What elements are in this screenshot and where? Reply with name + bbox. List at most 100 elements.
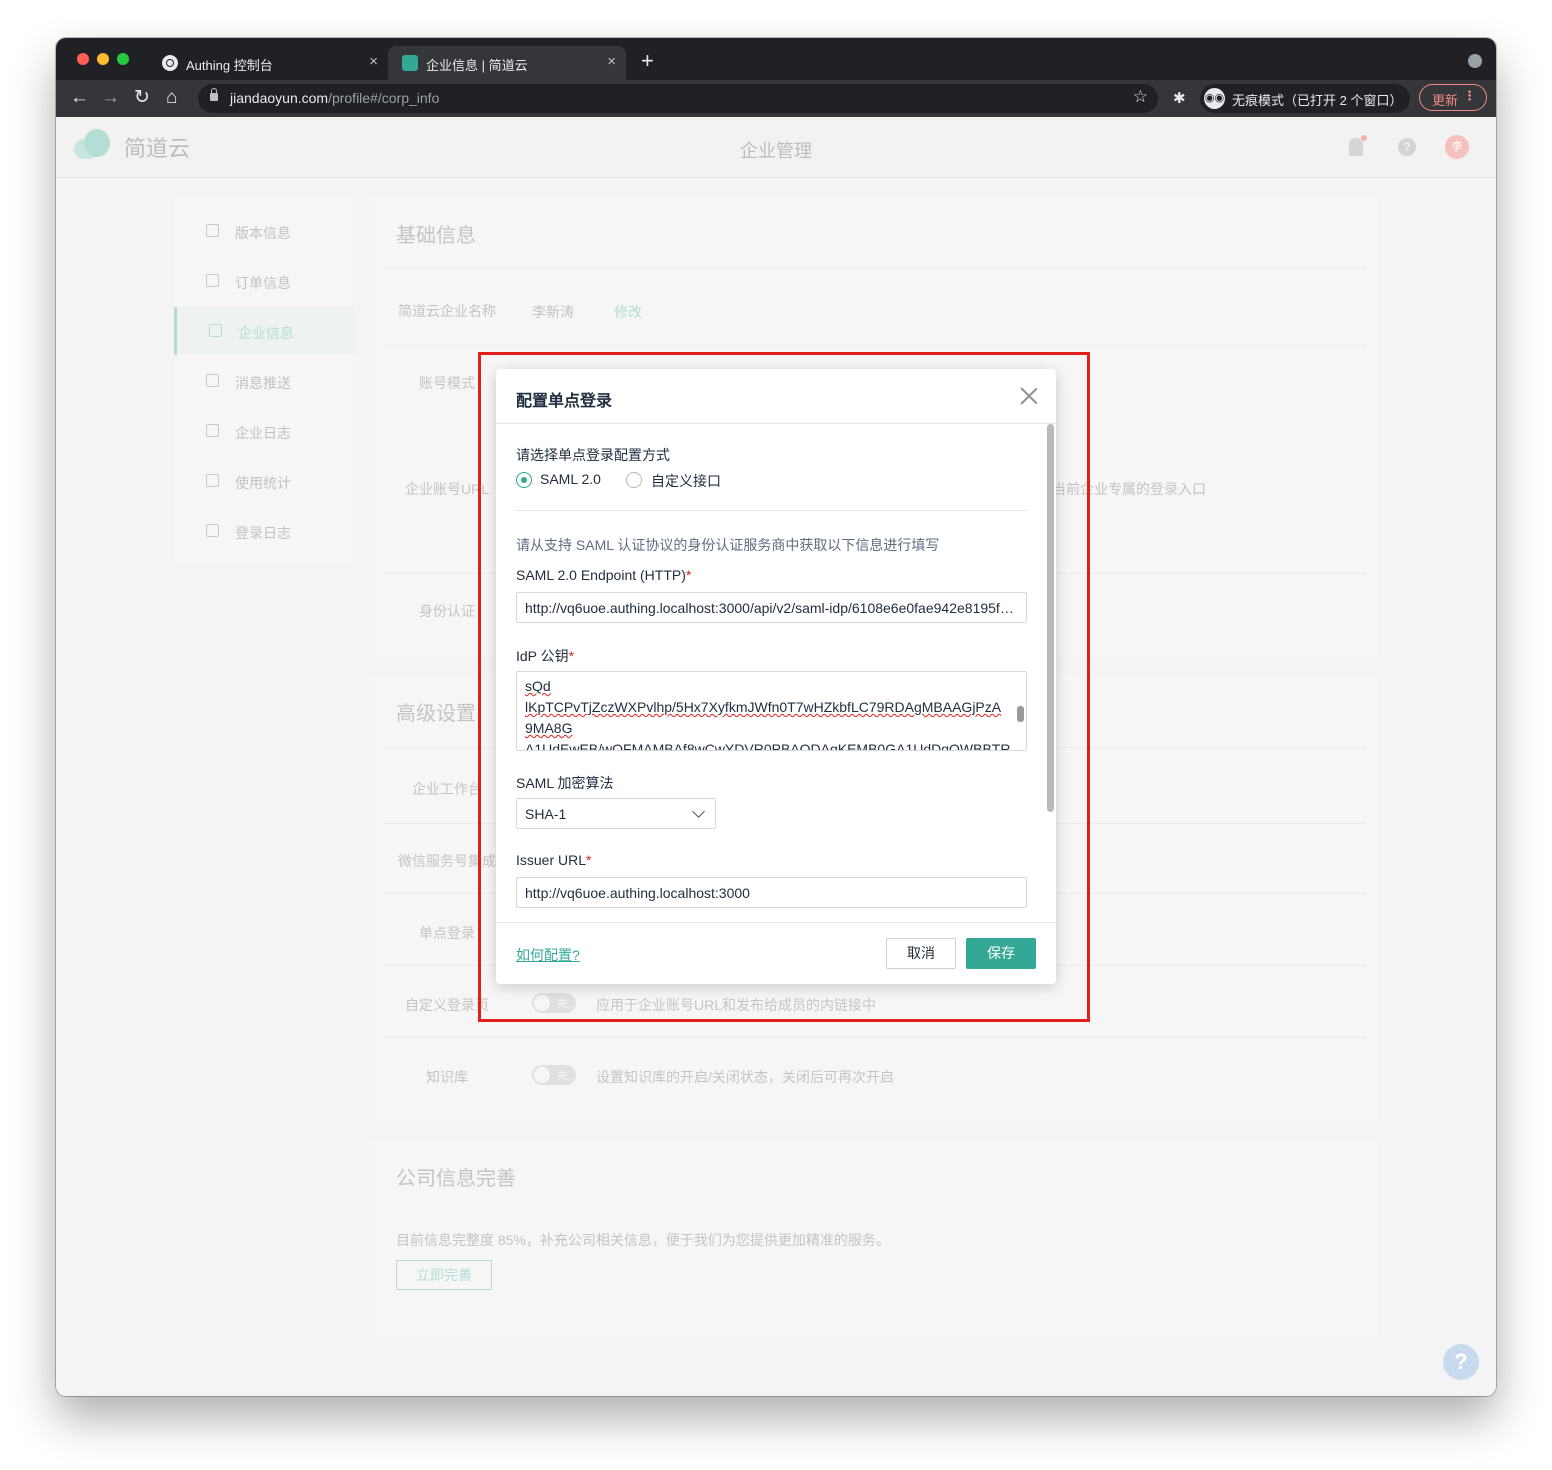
cancel-button[interactable]: 取消 xyxy=(886,938,956,969)
divider xyxy=(384,267,1366,268)
saml-description: 请从支持 SAML 认证协议的身份认证服务商中获取以下信息进行填写 xyxy=(516,537,940,553)
avatar[interactable]: 李 xyxy=(1445,135,1469,159)
dialog-title: 配置单点登录 xyxy=(516,393,613,410)
url-text[interactable]: jiandaoyun.com/profile#/corp_info xyxy=(230,90,439,106)
sidebar-item-push[interactable]: 消息推送 xyxy=(174,357,352,405)
log-icon xyxy=(206,424,219,437)
workbench-label: 企业工作台 xyxy=(412,781,482,797)
incognito-label: 无痕模式（已打开 2 个窗口） xyxy=(1232,93,1403,108)
chevron-down-icon xyxy=(692,805,705,818)
sidebar-item-label: 订单信息 xyxy=(235,275,291,291)
tab-authing[interactable]: Authing 控制台 × xyxy=(148,46,388,80)
idp-key-textarea[interactable]: sQd lKpTCPvTjZczWXPvlhp/5Hx7XyfkmJWfn0T7… xyxy=(516,671,1027,751)
knowledge-desc: 设置知识库的开启/关闭状态，关闭后可再次开启 xyxy=(596,1069,894,1085)
basic-info-title: 基础信息 xyxy=(396,225,476,247)
sidebar-item-label: 消息推送 xyxy=(235,375,291,391)
complete-info-button[interactable]: 立即完善 xyxy=(396,1260,492,1290)
forward-icon[interactable]: → xyxy=(101,87,120,109)
sidebar-item-corp-log[interactable]: 企业日志 xyxy=(174,407,352,455)
sso-config-dialog: 配置单点登录 请选择单点登录配置方式 SAML 2.0 自定义接口 请从支持 S… xyxy=(496,369,1056,984)
menu-icon: ⋮ xyxy=(1463,88,1476,103)
sidebar-item-orders[interactable]: 订单信息 xyxy=(174,257,352,305)
close-window-button[interactable] xyxy=(77,53,89,65)
chart-icon xyxy=(206,474,219,487)
browser-toolbar: ← → ↻ ⌂ jiandaoyun.com/profile#/corp_inf… xyxy=(56,80,1496,117)
tab-strip: Authing 控制台 × 企业信息 | 简道云 × + xyxy=(56,38,1496,80)
tab-title: 企业信息 | 简道云 xyxy=(426,58,528,73)
issuer-label: Issuer URL* xyxy=(516,852,592,868)
sidebar-item-usage[interactable]: 使用统计 xyxy=(174,457,352,505)
save-button[interactable]: 保存 xyxy=(966,938,1036,969)
sidebar-item-label: 登录日志 xyxy=(235,525,291,541)
help-icon[interactable]: ? xyxy=(1398,138,1416,156)
tab-close-icon[interactable]: × xyxy=(607,53,616,70)
company-info-desc: 目前信息完整度 85%，补充公司相关信息，便于我们为您提供更加精准的服务。 xyxy=(396,1232,890,1248)
incognito-indicator[interactable]: ◉◉ 无痕模式（已打开 2 个窗口） xyxy=(1200,84,1410,113)
endpoint-input[interactable]: http://vq6uoe.authing.localhost:3000/api… xyxy=(516,592,1027,623)
bookmark-star-icon[interactable]: ☆ xyxy=(1133,87,1148,107)
algorithm-label: SAML 加密算法 xyxy=(516,775,614,791)
radio-custom-api[interactable] xyxy=(626,472,642,488)
knowledge-toggle[interactable]: 关 xyxy=(532,1065,576,1085)
sidebar-item-label: 企业信息 xyxy=(238,325,294,341)
home-icon[interactable]: ⌂ xyxy=(166,87,177,109)
divider xyxy=(384,1037,1366,1038)
radio-custom-api-label[interactable]: 自定义接口 xyxy=(651,471,721,491)
endpoint-label: SAML 2.0 Endpoint (HTTP)* xyxy=(516,567,692,583)
sidebar-item-login-log[interactable]: 登录日志 xyxy=(174,507,352,555)
radio-saml[interactable] xyxy=(516,472,532,488)
how-to-configure-link[interactable]: 如何配置? xyxy=(516,945,580,965)
corp-url-label: 企业账号URL xyxy=(405,481,490,497)
dialog-body: 请选择单点登录配置方式 SAML 2.0 自定义接口 请从支持 SAML 认证协… xyxy=(496,424,1056,922)
message-icon xyxy=(206,374,219,387)
address-bar[interactable]: jiandaoyun.com/profile#/corp_info ☆ xyxy=(198,84,1158,113)
corp-name-label: 简道云企业名称 xyxy=(398,303,496,319)
tab-close-icon[interactable]: × xyxy=(369,53,378,70)
sidebar-item-corp-info[interactable]: 企业信息 xyxy=(174,307,355,355)
tab-search-icon[interactable] xyxy=(1468,54,1482,68)
update-button[interactable]: 更新 ⋮ xyxy=(1419,84,1487,111)
company-info-card: 公司信息完善 目前信息完整度 85%，补充公司相关信息，便于我们为您提供更加精准… xyxy=(372,1140,1378,1336)
sidebar: 版本信息 订单信息 企业信息 消息推送 企业日志 使用统计 登录日志 xyxy=(174,197,355,564)
jiandaoyun-favicon-icon xyxy=(402,55,418,71)
maximize-window-button[interactable] xyxy=(117,53,129,65)
new-tab-button[interactable]: + xyxy=(641,48,654,74)
algorithm-select[interactable]: SHA-1 xyxy=(516,798,716,829)
sidebar-item-version[interactable]: 版本信息 xyxy=(174,207,352,255)
login-icon xyxy=(206,524,219,537)
lock-icon xyxy=(210,88,218,101)
custom-login-desc: 应用于企业账号URL和发布给成员的内链接中 xyxy=(596,997,877,1013)
wechat-label: 微信服务号集成 xyxy=(398,853,496,869)
issuer-input[interactable]: http://vq6uoe.authing.localhost:3000 xyxy=(516,877,1027,908)
method-label: 请选择单点登录配置方式 xyxy=(516,447,670,463)
dialog-header: 配置单点登录 xyxy=(496,369,1056,424)
sidebar-item-label: 使用统计 xyxy=(235,475,291,491)
dialog-footer: 如何配置? 取消 保存 xyxy=(496,922,1056,984)
textarea-scrollbar[interactable] xyxy=(1017,706,1024,722)
edit-corp-name-link[interactable]: 修改 xyxy=(614,302,642,322)
algorithm-value: SHA-1 xyxy=(525,806,567,822)
notification-bell-icon[interactable] xyxy=(1349,135,1367,156)
tab-jiandaoyun[interactable]: 企业信息 | 简道云 × xyxy=(388,46,626,80)
back-icon[interactable]: ← xyxy=(70,87,89,109)
company-info-title: 公司信息完善 xyxy=(396,1168,516,1190)
building-icon xyxy=(209,324,222,337)
identity-label: 身份认证 xyxy=(419,603,475,619)
extensions-icon[interactable]: ✱ xyxy=(1173,89,1186,107)
minimize-window-button[interactable] xyxy=(97,53,109,65)
idp-key-line: lKpTCPvTjZczWXPvlhp/5Hx7XyfkmJWfn0T7wHZk… xyxy=(525,699,1002,715)
dialog-scrollbar[interactable] xyxy=(1047,424,1054,812)
floating-help-button[interactable]: ? xyxy=(1443,1344,1479,1380)
sidebar-item-label: 企业日志 xyxy=(235,425,291,441)
custom-login-toggle[interactable]: 关 xyxy=(532,993,576,1013)
close-icon[interactable] xyxy=(1018,385,1040,407)
toggle-state: 关 xyxy=(557,1070,568,1082)
custom-login-label: 自定义登录页 xyxy=(405,997,489,1013)
globe-icon xyxy=(162,55,178,71)
radio-saml-label[interactable]: SAML 2.0 xyxy=(540,471,601,487)
update-label: 更新 xyxy=(1432,93,1459,108)
idp-key-label: IdP 公钥* xyxy=(516,648,575,664)
orders-icon xyxy=(206,274,219,287)
reload-icon[interactable]: ↻ xyxy=(134,87,150,109)
sidebar-item-label: 版本信息 xyxy=(235,225,291,241)
